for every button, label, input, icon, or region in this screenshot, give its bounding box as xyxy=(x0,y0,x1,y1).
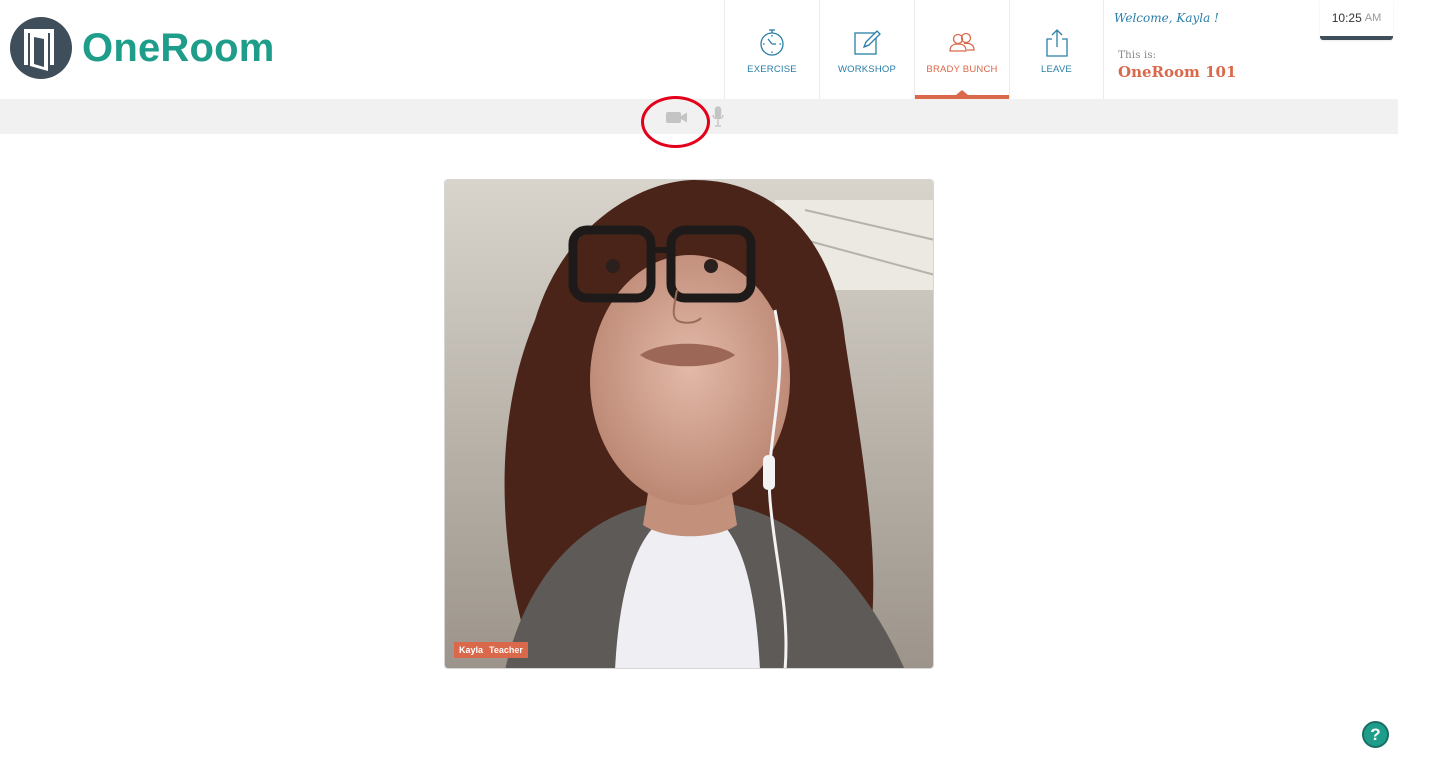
microphone-icon[interactable] xyxy=(711,106,725,128)
nav-label-brady-bunch: BRADY BUNCH xyxy=(926,64,998,75)
nav-label-leave: LEAVE xyxy=(1041,64,1072,75)
stopwatch-icon xyxy=(760,29,784,56)
participant-name: Kayla xyxy=(459,645,484,655)
participant-tag: Kayla Teacher xyxy=(454,642,528,658)
clock-ampm: AM xyxy=(1364,12,1382,24)
participant-video-tile[interactable]: Kayla Teacher xyxy=(444,179,934,669)
header: OneRoom EXERCISE WORKSHOP BRADY BUNCH LE… xyxy=(0,0,1398,99)
participant-role: Teacher xyxy=(489,645,523,655)
share-exit-icon xyxy=(1045,29,1068,57)
participant-video-frame xyxy=(445,180,933,668)
clock-time: 10:25 xyxy=(1331,11,1362,25)
nav-item-exercise[interactable]: EXERCISE xyxy=(724,0,819,99)
nav-item-workshop[interactable]: WORKSHOP xyxy=(819,0,914,99)
nav-item-leave[interactable]: LEAVE xyxy=(1009,0,1104,99)
logo[interactable]: OneRoom xyxy=(10,17,275,79)
logo-text: OneRoom xyxy=(82,25,275,70)
nav-label-workshop: WORKSHOP xyxy=(837,64,897,75)
edit-icon xyxy=(854,30,881,55)
nav-label-exercise: EXERCISE xyxy=(747,64,797,75)
nav-item-brady-bunch[interactable]: BRADY BUNCH xyxy=(914,0,1009,99)
room-name: OneRoom 101 xyxy=(1118,63,1237,81)
room-prefix: This is: xyxy=(1118,49,1157,61)
main-nav: EXERCISE WORKSHOP BRADY BUNCH LEAVE xyxy=(724,0,1104,99)
app-root: OneRoom EXERCISE WORKSHOP BRADY BUNCH LE… xyxy=(0,0,1429,757)
welcome-message: Welcome, Kayla ! xyxy=(1114,11,1219,25)
camera-highlight-ring xyxy=(641,96,710,148)
help-button[interactable]: ? xyxy=(1362,721,1389,748)
door-logo-icon xyxy=(10,17,72,79)
group-icon xyxy=(949,32,975,52)
clock: 10:25 AM xyxy=(1320,0,1393,40)
